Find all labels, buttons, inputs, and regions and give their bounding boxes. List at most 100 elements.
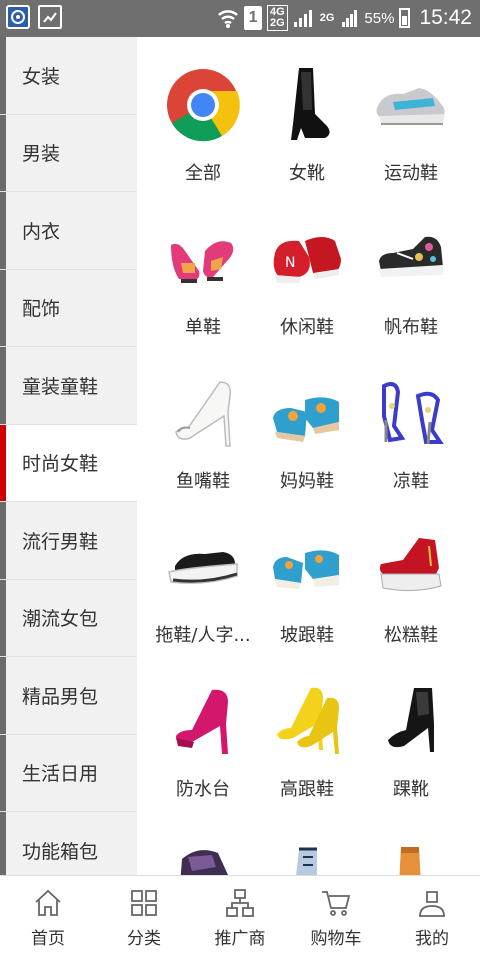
canvas-shoe-icon [371,219,451,299]
sidebar-item-label: 精品男包 [22,685,99,708]
grid-item-label: 拖鞋/人字... [155,625,251,646]
svg-text:N: N [285,255,295,271]
nav-cart[interactable]: 购物车 [288,876,384,961]
org-chart-icon [226,889,254,917]
subcategory-grid: 全部 女靴 运动鞋 单鞋 N 休闲鞋 帆布鞋 鱼嘴鞋 妈妈鞋 凉鞋 拖鞋/人字.… [137,37,480,875]
grid-item-partial-1[interactable] [151,835,255,875]
nav-mine-label: 我的 [415,929,449,949]
grid-item-sandals[interactable]: 凉鞋 [359,373,463,493]
boot-icon [371,835,451,875]
sidebar-item-kids[interactable]: 童装童鞋 [0,347,137,425]
mom-shoe-icon [267,373,347,453]
sidebar-item-men-bags[interactable]: 精品男包 [0,657,137,735]
app-notification-icon [6,5,30,29]
sidebar-item-label: 配饰 [22,298,61,321]
sidebar-item-label: 功能箱包 [22,840,99,863]
grid-item-label: 坡跟鞋 [280,625,334,646]
platform-heel-icon [163,681,243,761]
grid-item-label: 踝靴 [393,779,429,800]
platform-icon [371,527,451,607]
network-2g: 2G [319,11,335,24]
grid-item-label: 女靴 [289,163,325,184]
nav-home-label: 首页 [31,929,65,949]
sidebar-item-label: 童装童鞋 [22,375,99,398]
boot-icon [267,65,347,145]
nav-promoter[interactable]: 推广商 [192,876,288,961]
peep-toe-icon [163,373,243,453]
cart-icon [322,891,351,916]
sidebar-item-women-shoes[interactable]: 时尚女鞋 [0,424,137,502]
ankle-boot-icon [371,681,451,761]
bottom-nav: 首页 分类 推广商 购物车 我的 [0,875,480,961]
sidebar-item-label: 内衣 [22,220,61,243]
sidebar-item-men-shoes[interactable]: 流行男鞋 [0,502,137,580]
sidebar-item-daily[interactable]: 生活日用 [0,734,137,812]
nav-cart-label: 购物车 [310,929,362,949]
grid-item-partial-3[interactable] [359,835,463,875]
wifi-icon [218,10,238,28]
sidebar-item-label: 女装 [22,65,61,88]
image-notification-icon [38,5,62,29]
grid-item-all[interactable]: 全部 [151,65,255,185]
sidebar-item-men-clothing[interactable]: 男装 [0,114,137,192]
sidebar-item-label: 时尚女鞋 [22,453,99,476]
grid-item-women-boots[interactable]: 女靴 [255,65,359,185]
clock: 15:42 [419,6,472,29]
nav-category-label: 分类 [127,929,161,949]
flat-shoe-icon [163,219,243,299]
sidebar-item-accessories[interactable]: 配饰 [0,269,137,347]
grid-item-label: 运动鞋 [384,163,438,184]
signal-2-icon [342,10,358,27]
sidebar-item-label: 潮流女包 [22,608,99,631]
grid-item-platform-heel[interactable]: 防水台 [151,681,255,801]
grid-item-wedge[interactable]: 坡跟鞋 [255,527,359,647]
grid-item-label: 凉鞋 [393,471,429,492]
network-type: 4G 2G [267,5,288,31]
category-sidebar: 女装 男装 内衣 配饰 童装童鞋 时尚女鞋 流行男鞋 潮流女包 精品男包 生活日… [0,37,137,890]
battery-percent: 55% [364,9,395,27]
nav-category[interactable]: 分类 [96,876,192,961]
casual-shoe-icon: N [267,219,347,299]
grid-item-label: 松糕鞋 [384,625,438,646]
signal-icon [293,10,312,27]
grid-item-canvas-shoes[interactable]: 帆布鞋 [359,219,463,339]
wedge-icon [267,527,347,607]
grid-item-partial-2[interactable] [255,835,359,875]
grid-item-label: 休闲鞋 [280,317,334,338]
sidebar-item-underwear[interactable]: 内衣 [0,192,137,270]
grid-item-label: 高跟鞋 [280,779,334,800]
grid-item-ankle-boots[interactable]: 踝靴 [359,681,463,801]
grid-item-label: 妈妈鞋 [280,471,334,492]
grid-item-label: 单鞋 [185,317,221,338]
battery-icon [399,8,411,28]
sidebar-item-women-clothing[interactable]: 女装 [0,37,137,115]
grid-item-platform[interactable]: 松糕鞋 [359,527,463,647]
sim-indicator: 1 [244,6,263,30]
user-icon [419,891,445,917]
grid-item-peep-toe[interactable]: 鱼嘴鞋 [151,373,255,493]
boot-icon [267,835,347,875]
sidebar-item-label: 男装 [22,143,61,166]
grid-item-label: 帆布鞋 [384,317,438,338]
grid-item-mom-shoes[interactable]: 妈妈鞋 [255,373,359,493]
grid-icon [131,890,157,916]
nav-mine[interactable]: 我的 [384,876,480,961]
high-heel-icon [267,681,347,761]
grid-item-slippers[interactable]: 拖鞋/人字... [151,527,255,647]
grid-item-label: 全部 [185,163,221,184]
sneaker-icon [371,65,451,145]
sneaker-icon [163,835,243,875]
sidebar-item-label: 生活日用 [22,763,99,786]
sandal-icon [371,373,451,453]
nav-home[interactable]: 首页 [0,876,96,961]
sidebar-item-women-bags[interactable]: 潮流女包 [0,579,137,657]
grid-item-label: 防水台 [176,779,230,800]
grid-item-casual-shoes[interactable]: N 休闲鞋 [255,219,359,339]
grid-item-high-heels[interactable]: 高跟鞋 [255,681,359,801]
nav-promoter-label: 推广商 [214,929,266,949]
slipper-icon [163,527,243,607]
grid-item-sports-shoes[interactable]: 运动鞋 [359,65,463,185]
network-bottom: 2G [270,17,285,29]
grid-item-single-shoes[interactable]: 单鞋 [151,219,255,339]
home-icon [35,889,61,916]
